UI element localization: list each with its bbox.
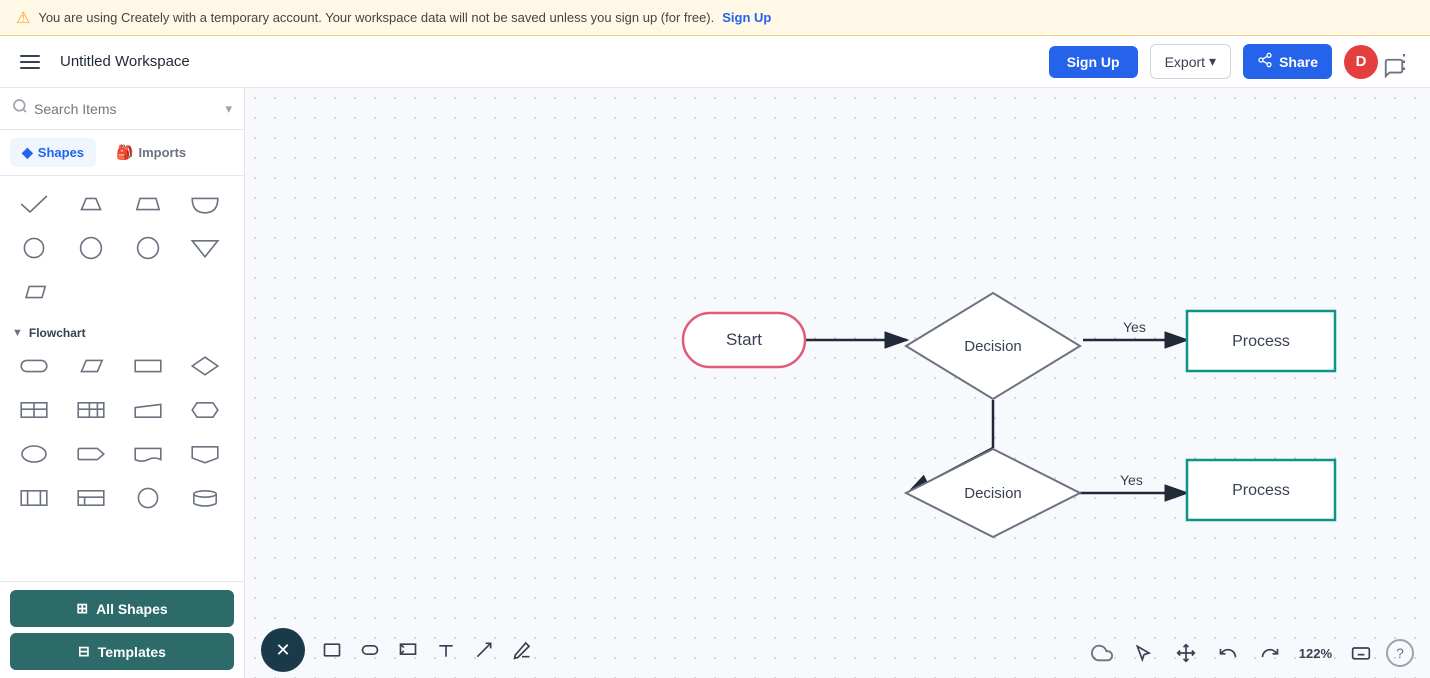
redo-button[interactable] <box>1253 636 1287 670</box>
basic-shapes-grid <box>10 184 234 312</box>
flowchart-decision[interactable] <box>181 346 229 386</box>
flowchart-grid[interactable] <box>67 390 115 430</box>
banner-signup-link[interactable]: Sign Up <box>722 10 771 25</box>
bottom-toolbar: ✕ <box>245 622 1430 678</box>
text-tool[interactable] <box>427 631 465 669</box>
templates-button[interactable]: ⊟ Templates <box>10 633 234 670</box>
flowchart-oval[interactable] <box>10 434 58 474</box>
banner-message: You are using Creately with a temporary … <box>38 10 714 25</box>
flowchart-manual-input[interactable] <box>124 390 172 430</box>
shape-parallelogram[interactable] <box>10 272 58 312</box>
main-area: ▾ ◆ Shapes 🎒 Imports <box>0 88 1430 678</box>
svg-text:Yes: Yes <box>1123 319 1146 335</box>
avatar[interactable]: D <box>1344 45 1378 79</box>
shapes-tab-icon: ◆ <box>22 144 33 161</box>
chevron-down-icon: ▾ <box>1209 53 1216 70</box>
keyboard-shortcuts-button[interactable] <box>1344 636 1378 670</box>
shapes-area: ▼ Flowchart <box>0 176 244 581</box>
diagram: Yes Yes Start Decision Process Decision … <box>245 88 1430 678</box>
shape-check[interactable] <box>10 184 58 224</box>
shape-trapezoid2[interactable] <box>124 184 172 224</box>
header: Untitled Workspace Sign Up Export ▾ Shar… <box>0 36 1430 88</box>
flowchart-doc[interactable] <box>124 434 172 474</box>
close-button[interactable]: ✕ <box>261 628 305 672</box>
chat-button[interactable] <box>1374 48 1414 88</box>
shape-bowl[interactable] <box>181 184 229 224</box>
canvas[interactable]: Yes Yes Start Decision Process Decision … <box>245 88 1430 678</box>
search-input[interactable] <box>34 101 219 117</box>
export-button[interactable]: Export ▾ <box>1150 44 1232 79</box>
svg-text:Process: Process <box>1232 333 1290 350</box>
flowchart-terminal[interactable] <box>10 346 58 386</box>
templates-icon: ⊟ <box>78 643 90 660</box>
svg-text:Yes: Yes <box>1120 472 1143 488</box>
shape-circle-sm[interactable] <box>10 228 58 268</box>
help-button[interactable]: ? <box>1386 639 1414 667</box>
chevron-down-icon: ▼ <box>12 327 23 339</box>
search-icon <box>12 98 28 119</box>
sidebar-bottom: ⊞ All Shapes ⊟ Templates <box>0 581 244 678</box>
hamburger-line <box>20 61 40 63</box>
tab-imports[interactable]: 🎒 Imports <box>104 138 198 167</box>
line-tool[interactable] <box>465 631 503 669</box>
flowchart-preparation[interactable] <box>181 390 229 430</box>
flowchart-header-box[interactable] <box>67 478 115 518</box>
right-toolbar: 122% ? <box>1085 636 1414 670</box>
imports-tab-icon: 🎒 <box>116 144 133 161</box>
menu-button[interactable] <box>12 44 48 80</box>
grid-icon: ⊞ <box>76 600 88 617</box>
warning-icon: ⚠ <box>16 8 30 28</box>
shape-circle-md[interactable] <box>67 228 115 268</box>
flowchart-section-header[interactable]: ▼ Flowchart <box>10 322 234 346</box>
cloud-save-button[interactable] <box>1085 636 1119 670</box>
flowchart-process[interactable] <box>124 346 172 386</box>
svg-text:Decision: Decision <box>964 338 1022 355</box>
tab-shapes[interactable]: ◆ Shapes <box>10 138 96 167</box>
flowchart-parallelogram[interactable] <box>67 346 115 386</box>
mic-icon: ▾ <box>225 101 232 117</box>
search-bar: ▾ <box>0 88 244 130</box>
flowchart-pentagon[interactable] <box>67 434 115 474</box>
pen-tool[interactable] <box>503 631 541 669</box>
note-tool[interactable] <box>389 631 427 669</box>
flowchart-circle-outline[interactable] <box>124 478 172 518</box>
flowchart-offpage[interactable] <box>181 434 229 474</box>
shape-triangle-down[interactable] <box>181 228 229 268</box>
shape-tool[interactable] <box>351 631 389 669</box>
svg-text:Decision: Decision <box>964 485 1022 502</box>
notification-banner: ⚠ You are using Creately with a temporar… <box>0 0 1430 36</box>
flowchart-cylinder[interactable] <box>181 478 229 518</box>
shape-trapezoid-top[interactable] <box>67 184 115 224</box>
share-icon <box>1257 52 1273 71</box>
undo-button[interactable] <box>1211 636 1245 670</box>
shape-circle-lg[interactable] <box>124 228 172 268</box>
all-shapes-button[interactable]: ⊞ All Shapes <box>10 590 234 627</box>
share-button[interactable]: Share <box>1243 44 1332 79</box>
svg-text:Start: Start <box>726 330 762 349</box>
flowchart-table[interactable] <box>10 390 58 430</box>
flowchart-box[interactable] <box>10 478 58 518</box>
rectangle-tool[interactable] <box>313 631 351 669</box>
hamburger-line <box>20 67 40 69</box>
workspace-title: Untitled Workspace <box>60 53 1037 70</box>
sidebar: ▾ ◆ Shapes 🎒 Imports <box>0 88 245 678</box>
flowchart-shapes-grid <box>10 346 234 518</box>
move-tool[interactable] <box>1169 636 1203 670</box>
zoom-level: 122% <box>1295 646 1336 661</box>
svg-text:Process: Process <box>1232 482 1290 499</box>
hamburger-line <box>20 55 40 57</box>
tabs-row: ◆ Shapes 🎒 Imports <box>0 130 244 176</box>
cursor-tool[interactable] <box>1127 636 1161 670</box>
close-icon: ✕ <box>275 640 290 661</box>
signup-button[interactable]: Sign Up <box>1049 46 1138 78</box>
